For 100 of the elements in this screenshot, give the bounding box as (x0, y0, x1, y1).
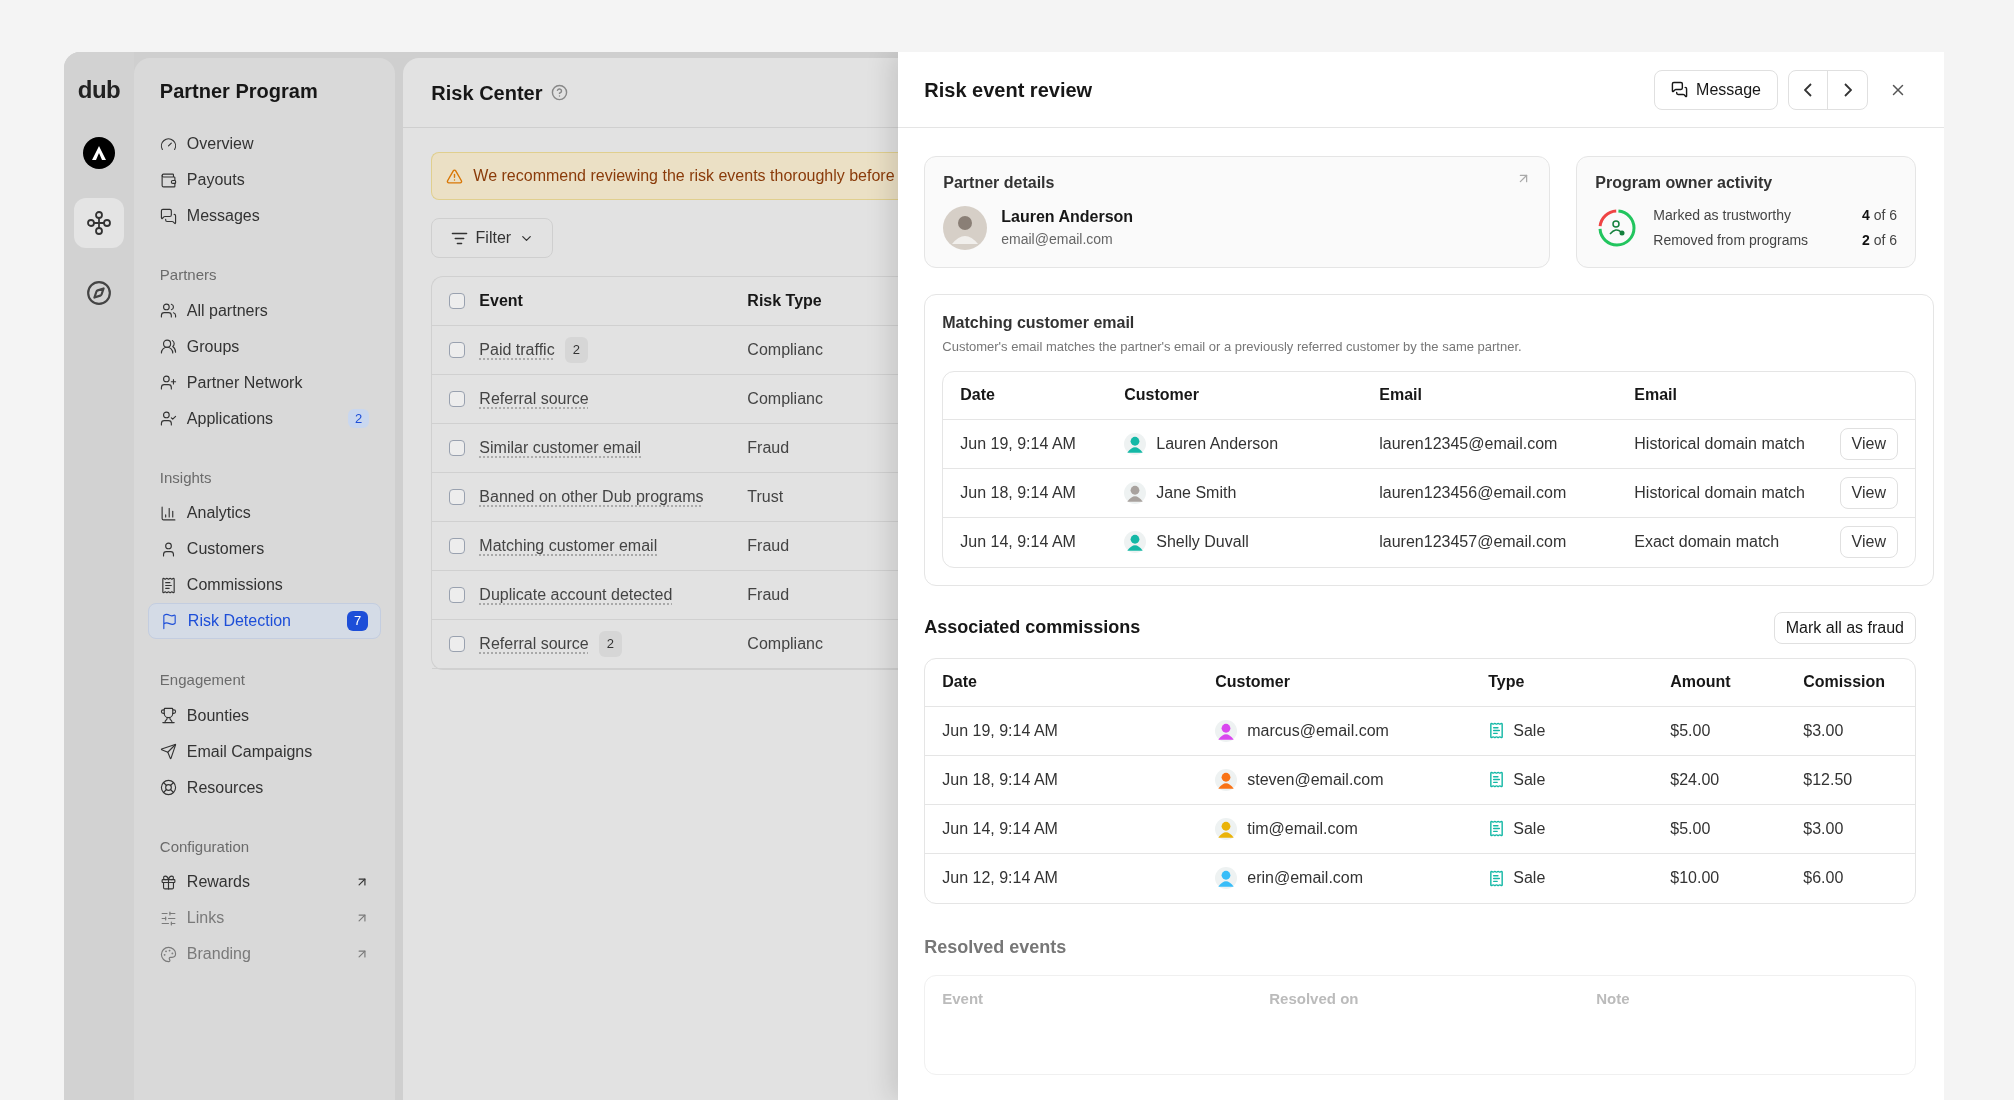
section-heading: Partners (158, 265, 218, 285)
lifebuoy-icon (159, 779, 177, 796)
risk-type: Trust (747, 487, 784, 507)
event-link[interactable]: Matching customer email (479, 534, 658, 558)
sidebar-item[interactable]: Resources (147, 769, 382, 806)
checkbox[interactable] (449, 440, 466, 456)
sidebar-item[interactable]: Email Campaigns (147, 733, 382, 770)
checkbox[interactable] (449, 489, 466, 505)
checkbox[interactable] (449, 391, 466, 407)
type-cell-text: Sale (1513, 868, 1546, 888)
partner-email: email@email.com (1001, 230, 1114, 249)
warning-icon (446, 167, 464, 185)
checkbox[interactable] (449, 293, 466, 309)
sidebar-item[interactable]: Risk Detection 7 (147, 603, 382, 639)
column-header: Date (942, 672, 978, 692)
gauge-icon (159, 135, 177, 153)
commission-cell-text: $3.00 (1803, 720, 1844, 741)
section-heading: Configuration (158, 836, 251, 857)
sidebar-item[interactable]: All partners (147, 292, 382, 329)
sidebar-item[interactable]: Groups (147, 328, 382, 365)
column-header: Date (960, 385, 996, 405)
column-header: Note (1596, 989, 1630, 1010)
sidebar-item[interactable]: Applications 2 (147, 400, 382, 437)
customer-avatar (1215, 768, 1238, 791)
sidebar-item[interactable]: Rewards (147, 864, 382, 900)
chat-icon (1671, 81, 1689, 98)
event-link[interactable]: Duplicate account detected (479, 583, 673, 607)
workspace-logo-icon (82, 137, 115, 169)
column-header: Customer (1124, 385, 1200, 405)
sidebar-item[interactable]: Customers (147, 531, 382, 567)
event-link[interactable]: Paid traffic (479, 338, 555, 362)
customer-avatar (1124, 531, 1147, 553)
card-title: Partner details (943, 173, 1055, 193)
help-icon[interactable] (550, 84, 568, 101)
section-title: Resolved events (924, 935, 1068, 959)
stat-label: Marked as trustworthy (1653, 206, 1791, 225)
match-cell-text: Exact domain match (1634, 532, 1781, 552)
partner-avatar (943, 205, 988, 250)
stat-label: Removed from programs (1653, 231, 1809, 250)
column-header: Event (479, 291, 524, 311)
amount-cell-text: $24.00 (1670, 769, 1721, 790)
sidebar-item[interactable]: Partner Network (147, 364, 382, 401)
sidebar-item[interactable]: Overview (147, 126, 382, 162)
receipt-icon (1488, 771, 1506, 788)
user-plus-icon (159, 374, 177, 391)
checkbox[interactable] (449, 342, 466, 358)
filter-button[interactable]: Filter (431, 218, 554, 258)
risk-type: Fraud (747, 536, 790, 556)
column-header: Amount (1670, 672, 1732, 692)
count-badge: 7 (347, 611, 369, 631)
trophy-icon (159, 707, 177, 724)
customer-name: Shelly Duvall (1156, 532, 1249, 552)
customer-avatar (1215, 719, 1238, 742)
mark-fraud-button[interactable]: Mark all as fraud (1773, 611, 1916, 644)
checkbox[interactable] (449, 636, 466, 652)
checkbox[interactable] (449, 538, 466, 554)
event-link[interactable]: Referral source (479, 387, 589, 411)
receipt-icon (1488, 722, 1506, 739)
column-header: Email (1634, 385, 1678, 405)
customer-email: marcus@email.com (1247, 720, 1389, 741)
checkbox[interactable] (449, 587, 466, 603)
view-button[interactable]: View (1839, 427, 1898, 460)
view-button[interactable]: View (1839, 476, 1898, 509)
event-link[interactable]: Similar customer email (479, 436, 642, 460)
sidebar-item[interactable]: Messages (147, 198, 382, 234)
partner-name: Lauren Anderson (1001, 207, 1134, 227)
risk-type: Fraud (747, 585, 790, 605)
amount-cell-text: $10.00 (1670, 868, 1721, 888)
sidebar-item[interactable]: Bounties (147, 697, 382, 734)
customer-email: erin@email.com (1247, 868, 1364, 888)
sidebar-item[interactable]: Analytics (147, 495, 382, 531)
receipt-icon (1488, 869, 1506, 887)
partner-program-button[interactable] (73, 198, 124, 248)
sidebar-item[interactable]: Payouts (147, 162, 382, 198)
event-link[interactable]: Banned on other Dub programs (479, 485, 704, 509)
wallet-icon (159, 171, 177, 189)
customer-name: Lauren Anderson (1156, 433, 1279, 454)
type-cell-text: Sale (1513, 818, 1546, 839)
customer-email: tim@email.com (1247, 818, 1358, 839)
flag-icon (160, 612, 178, 630)
network-icon (85, 210, 112, 236)
view-button[interactable]: View (1839, 526, 1898, 558)
message-button[interactable]: Message (1654, 69, 1778, 110)
count-badge: 2 (564, 337, 588, 363)
column-header: Event (942, 989, 985, 1010)
commission-cell-text: $6.00 (1803, 868, 1844, 888)
column-header: Resolved on (1269, 989, 1360, 1010)
count-badge: 2 (598, 631, 622, 657)
customer-name: Jane Smith (1156, 482, 1237, 503)
match-cell-text: Historical domain match (1634, 482, 1806, 503)
sidebar-title: Partner Program (158, 79, 319, 104)
column-header: Type (1488, 672, 1526, 692)
compass-icon (85, 280, 112, 306)
sidebar-item[interactable]: Commissions (147, 567, 382, 603)
email-cell-text: lauren123457@email.com (1379, 532, 1568, 552)
column-header: Comission (1803, 672, 1886, 692)
event-link[interactable]: Referral source (479, 632, 589, 656)
customer-avatar (1124, 432, 1147, 455)
send-icon (159, 743, 177, 760)
palette-icon (159, 945, 177, 963)
